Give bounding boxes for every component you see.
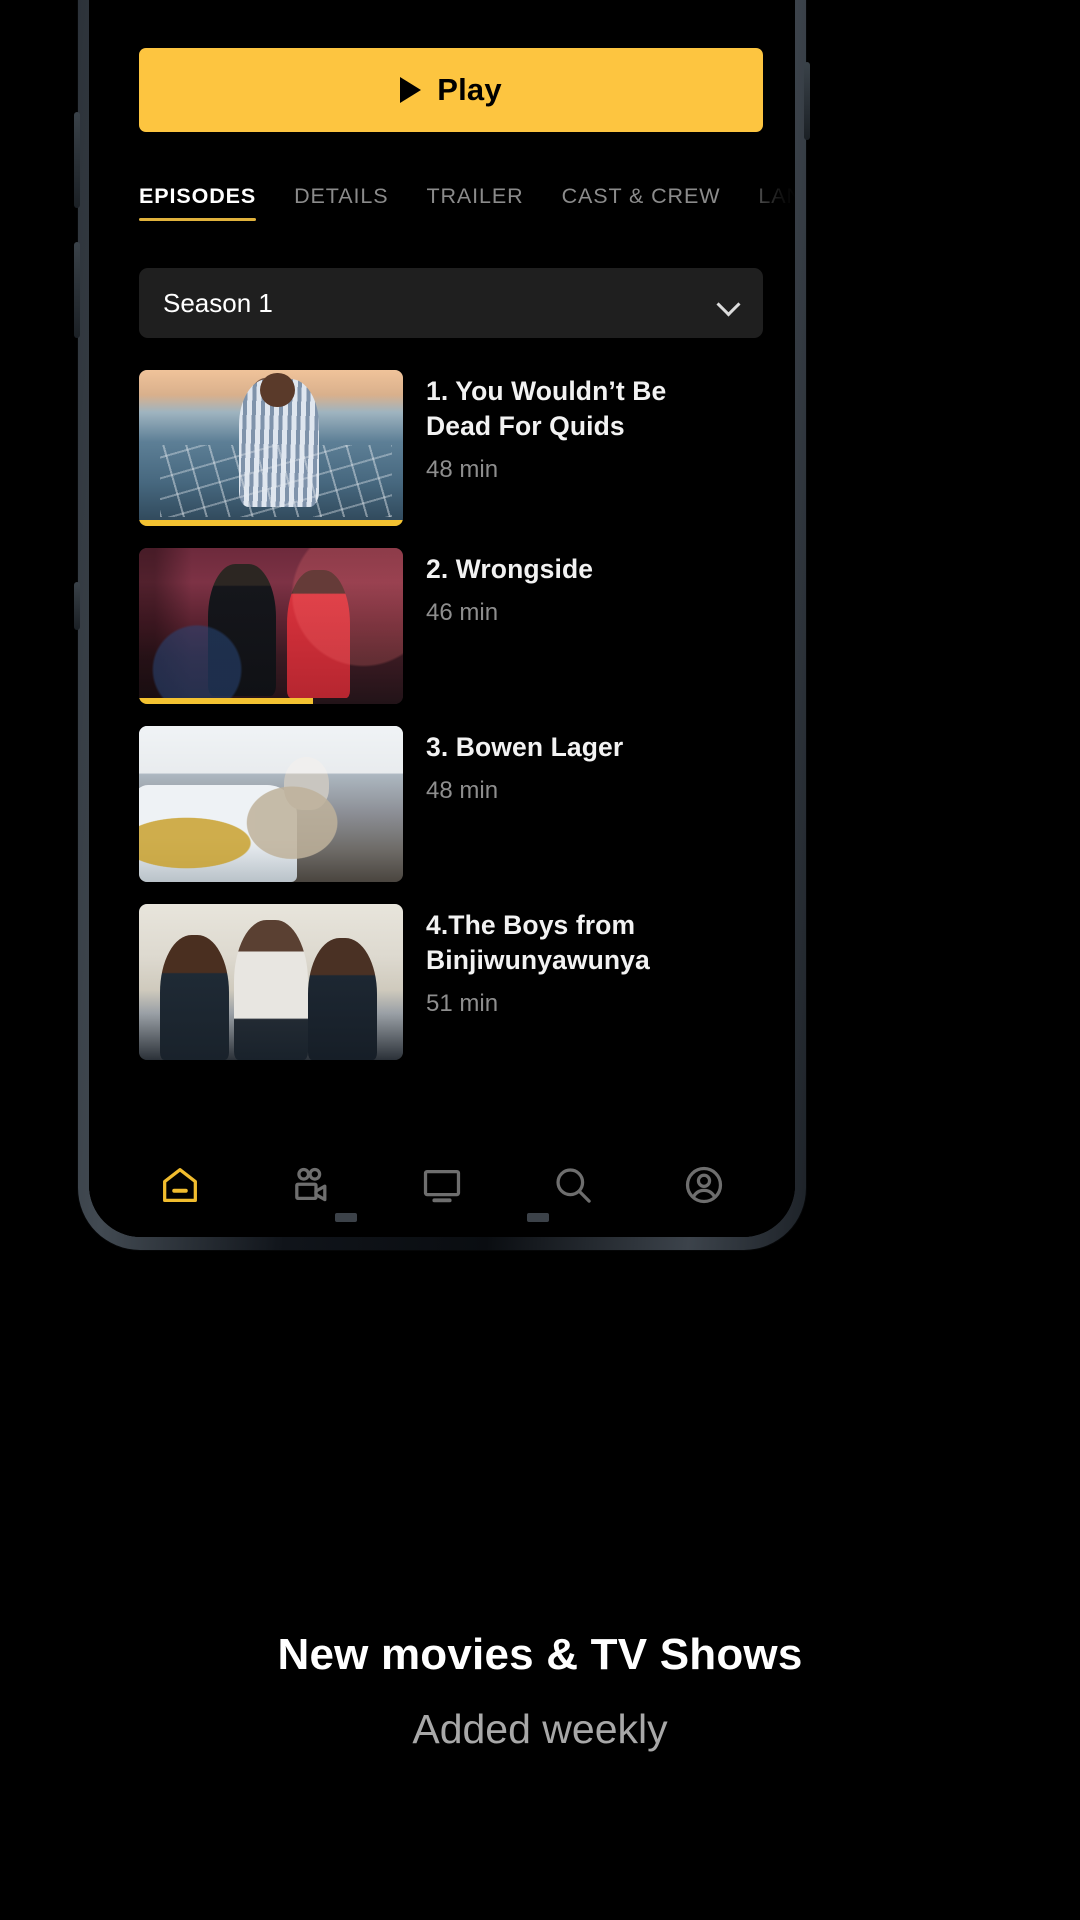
assistant-button[interactable] — [74, 582, 80, 630]
episode-duration: 51 min — [426, 989, 499, 1017]
chevron-down-icon — [718, 293, 739, 314]
episode-duration: 48 min — [426, 776, 499, 804]
nav-item-home[interactable] — [138, 1150, 222, 1220]
device-bottom-indicators — [78, 1213, 806, 1222]
screenshot-canvas: Play EPISODES DETAILS TRAILER CAST & CRE… — [0, 0, 1080, 1920]
movie-camera-icon — [295, 1167, 327, 1202]
promo-subhead: Added weekly — [412, 1706, 668, 1752]
home-icon — [163, 1168, 198, 1202]
episode-2-thumbnail[interactable] — [139, 548, 403, 704]
season-selector[interactable]: Season 1 — [139, 268, 763, 338]
search-icon — [556, 1168, 591, 1203]
volume-up-button[interactable] — [74, 112, 80, 208]
tab-episodes-label: EPISODES — [139, 184, 257, 208]
phone-screen-bezel: Play EPISODES DETAILS TRAILER CAST & CRE… — [89, 0, 795, 1237]
play-button[interactable]: Play — [139, 48, 763, 132]
tv-screen-icon — [423, 1169, 461, 1203]
episode-progress-bar — [139, 698, 314, 704]
tab-languages-label: LANGUAGES — [758, 184, 795, 208]
promo-headline: New movies & TV Shows — [277, 1630, 803, 1679]
nav-item-account[interactable] — [662, 1150, 746, 1220]
episode-list-item[interactable]: 2. Wrongside 46 min — [89, 548, 795, 704]
nav-item-movies[interactable] — [269, 1150, 353, 1220]
tab-languages[interactable]: LANGUAGES — [758, 184, 795, 221]
episode-progress-bar — [139, 520, 403, 526]
episode-info: 2. Wrongside 46 min — [403, 548, 593, 627]
season-selector-value: Season 1 — [163, 287, 273, 318]
app-screen: Play EPISODES DETAILS TRAILER CAST & CRE… — [89, 0, 795, 1237]
episode-1-thumbnail[interactable] — [139, 370, 403, 526]
account-circle-icon — [685, 1166, 722, 1204]
episode-title: 3. Bowen Lager — [426, 732, 624, 762]
tab-episodes[interactable]: EPISODES — [139, 184, 257, 221]
episode-list-item[interactable]: 4.The Boys from Binjiwunyawunya 51 min — [89, 904, 795, 1060]
episode-info: 1. You Wouldn’t Be Dead For Quids 48 min — [403, 370, 703, 484]
tab-trailer-label: TRAILER — [426, 184, 524, 208]
volume-down-button[interactable] — [74, 242, 80, 338]
episode-title: 4.The Boys from Binjiwunyawunya — [426, 910, 650, 975]
nav-item-tv[interactable] — [400, 1150, 484, 1220]
episode-info: 4.The Boys from Binjiwunyawunya 51 min — [403, 904, 703, 1018]
tab-cast-and-crew-label: CAST & CREW — [561, 184, 721, 208]
tab-trailer[interactable]: TRAILER — [426, 184, 523, 221]
phone-device-frame: Play EPISODES DETAILS TRAILER CAST & CRE… — [74, 0, 810, 1250]
episode-title: 1. You Wouldn’t Be Dead For Quids — [426, 376, 667, 441]
episode-list-item[interactable]: 3. Bowen Lager 48 min — [89, 726, 795, 882]
tab-details[interactable]: DETAILS — [294, 184, 388, 221]
tab-details-label: DETAILS — [294, 184, 389, 208]
episode-info: 3. Bowen Lager 48 min — [403, 726, 623, 805]
promo-copy: New movies & TV Shows Added weekly — [0, 1630, 1080, 1753]
tab-cast-and-crew[interactable]: CAST & CREW — [562, 184, 721, 221]
play-triangle-icon — [400, 77, 422, 103]
episode-duration: 48 min — [426, 455, 499, 483]
episode-3-thumbnail[interactable] — [139, 726, 403, 882]
episode-list-item[interactable]: 1. You Wouldn’t Be Dead For Quids 48 min — [89, 370, 795, 526]
episode-list: 1. You Wouldn’t Be Dead For Quids 48 min… — [89, 370, 795, 1082]
device-indicator-dot — [335, 1213, 357, 1222]
device-indicator-dot — [527, 1213, 549, 1222]
detail-tabs[interactable]: EPISODES DETAILS TRAILER CAST & CREW LAN… — [89, 184, 795, 221]
nav-item-search[interactable] — [531, 1150, 615, 1220]
episode-title: 2. Wrongside — [426, 554, 594, 584]
power-button[interactable] — [804, 62, 810, 140]
episode-duration: 46 min — [426, 598, 499, 626]
episode-4-thumbnail[interactable] — [139, 904, 403, 1060]
play-button-label: Play — [437, 72, 502, 107]
